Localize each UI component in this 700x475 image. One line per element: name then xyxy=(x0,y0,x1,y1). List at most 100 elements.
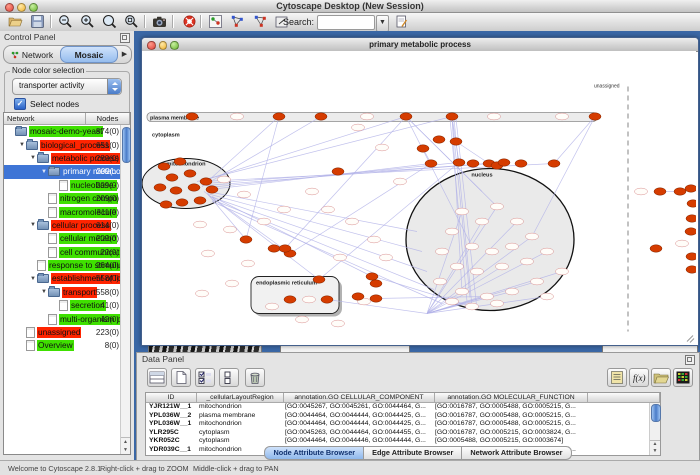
attribute-list-icon[interactable] xyxy=(607,368,627,387)
zoom-fit-icon[interactable] xyxy=(100,14,118,30)
table-column-header[interactable]: annotation.GO CELLULAR_COMPONENT xyxy=(284,393,435,403)
select-attributes-icon[interactable] xyxy=(195,368,215,387)
zoom-in-icon[interactable] xyxy=(78,14,96,30)
network-node-label[interactable] xyxy=(486,248,499,255)
tree-row[interactable]: multi-organism pro42(0) xyxy=(4,312,130,325)
network-node[interactable] xyxy=(166,174,178,181)
network-node[interactable] xyxy=(674,188,686,195)
network-node-label[interactable] xyxy=(635,188,648,195)
network-node[interactable] xyxy=(186,113,198,120)
network-node-label[interactable] xyxy=(322,206,335,213)
network-node[interactable] xyxy=(685,185,696,192)
network-node-label[interactable] xyxy=(194,221,207,228)
table-row[interactable]: YPL036W__2plasma membrane[GO:0044464, GO… xyxy=(146,412,660,421)
network-node[interactable] xyxy=(176,199,188,206)
tree-expand-arrow-icon[interactable]: ▼ xyxy=(18,142,26,148)
tree-row[interactable]: cellular metabo209(0) xyxy=(4,232,130,245)
matrix-view-icon[interactable] xyxy=(673,368,693,387)
network-node[interactable] xyxy=(158,163,170,170)
network-node[interactable] xyxy=(433,136,445,143)
tree-row[interactable]: response to stimulu264(0) xyxy=(4,259,130,272)
delete-attribute-icon[interactable] xyxy=(245,368,265,387)
network-node-label[interactable] xyxy=(266,303,279,310)
snapshot-camera-icon[interactable] xyxy=(150,14,168,30)
network-node-label[interactable] xyxy=(361,113,374,120)
network-node[interactable] xyxy=(589,113,601,120)
tree-row[interactable]: nitrogen compo209(0) xyxy=(4,192,130,205)
network-node[interactable] xyxy=(321,296,333,303)
network-node[interactable] xyxy=(498,159,510,166)
network-node[interactable] xyxy=(268,245,280,252)
network-node-label[interactable] xyxy=(481,293,494,300)
network-node-label[interactable] xyxy=(521,258,534,265)
network-node-label[interactable] xyxy=(676,240,689,247)
network-node-label[interactable] xyxy=(436,248,449,255)
zoom-selected-icon[interactable] xyxy=(122,14,140,30)
table-scrollbar-thumb[interactable] xyxy=(651,404,661,422)
tree-row[interactable]: cell communicat22(0) xyxy=(4,246,130,259)
table-column-header[interactable]: ID xyxy=(146,393,197,403)
network-node[interactable] xyxy=(194,197,206,204)
network-node[interactable] xyxy=(170,187,182,194)
network-node[interactable] xyxy=(240,236,252,243)
tree-row[interactable]: Overview8(0) xyxy=(4,339,130,352)
network-node-label[interactable] xyxy=(491,203,504,210)
network-node[interactable] xyxy=(453,159,465,166)
network-node[interactable] xyxy=(687,200,696,207)
open-session-icon[interactable] xyxy=(6,14,24,30)
network-node[interactable] xyxy=(685,228,696,235)
resize-grip-icon[interactable] xyxy=(687,336,694,343)
show-all-network-icon[interactable] xyxy=(206,14,224,30)
function-builder-icon[interactable]: f(x) xyxy=(629,368,649,387)
network-node-label[interactable] xyxy=(334,254,347,261)
network-node[interactable] xyxy=(654,188,666,195)
network-node-label[interactable] xyxy=(446,228,459,235)
tree-expand-arrow-icon[interactable]: ▼ xyxy=(29,222,37,228)
network-node-label[interactable] xyxy=(471,268,484,275)
tree-row[interactable]: secretion41(0) xyxy=(4,299,130,312)
tab-mosaic[interactable]: Mosaic xyxy=(60,46,118,63)
network-node-label[interactable] xyxy=(352,124,365,131)
network-node-label[interactable] xyxy=(218,176,231,183)
network-node[interactable] xyxy=(650,245,662,252)
network-node[interactable] xyxy=(548,160,560,167)
network-node-label[interactable] xyxy=(224,226,237,233)
tree-scrollbar-thumb[interactable] xyxy=(122,127,131,163)
table-row[interactable]: YKR052Ccytoplasm[GO:0044464, GO:0044446,… xyxy=(146,437,660,446)
network-node-label[interactable] xyxy=(476,218,489,225)
network-node[interactable] xyxy=(279,245,291,252)
network-node-label[interactable] xyxy=(491,300,504,307)
network-node[interactable] xyxy=(467,160,479,167)
network-node[interactable] xyxy=(332,168,344,175)
table-row[interactable]: YPL036W__1mitochondrion[GO:0044464, GO:0… xyxy=(146,420,660,429)
network-node[interactable] xyxy=(284,296,296,303)
tree-row[interactable]: macromolecule311(0) xyxy=(4,205,130,218)
network-node-label[interactable] xyxy=(466,303,479,310)
network-node-label[interactable] xyxy=(556,113,569,120)
network-node-label[interactable] xyxy=(368,236,381,243)
node-color-dropdown[interactable]: transporter activity xyxy=(12,78,122,95)
float-panel-icon[interactable] xyxy=(685,355,695,365)
network-view-titlebar[interactable]: primary metabolic process xyxy=(142,38,698,52)
network-node-label[interactable] xyxy=(451,263,464,270)
tree-row[interactable]: ▼cellular process614(0) xyxy=(4,219,130,232)
network-node[interactable] xyxy=(686,215,696,222)
network-node[interactable] xyxy=(450,138,462,145)
network-node-label[interactable] xyxy=(511,218,524,225)
tree-expand-arrow-icon[interactable]: ▼ xyxy=(40,289,48,295)
tree-row[interactable]: unassigned223(0) xyxy=(4,326,130,339)
tree-row[interactable]: ▼biological_process651(0) xyxy=(4,138,130,151)
network-node[interactable] xyxy=(366,273,378,280)
tab-network[interactable]: Network xyxy=(4,47,60,62)
tree-column-nodes[interactable]: Nodes xyxy=(86,113,130,125)
search-options-icon[interactable] xyxy=(392,14,410,30)
attribute-table-icon[interactable] xyxy=(147,368,167,387)
tree-column-network[interactable]: Network xyxy=(4,113,86,125)
network-node-label[interactable] xyxy=(303,296,316,303)
zoom-out-icon[interactable] xyxy=(56,14,74,30)
table-column-header[interactable]: annotation.GO MOLECULAR_FUNCTION xyxy=(435,393,588,403)
browser-tab-network[interactable]: Network Attribute Browser xyxy=(462,446,571,460)
save-session-icon[interactable] xyxy=(28,14,46,30)
select-nodes-checkbox[interactable]: ✓ xyxy=(14,98,26,110)
network-node[interactable] xyxy=(446,113,458,120)
